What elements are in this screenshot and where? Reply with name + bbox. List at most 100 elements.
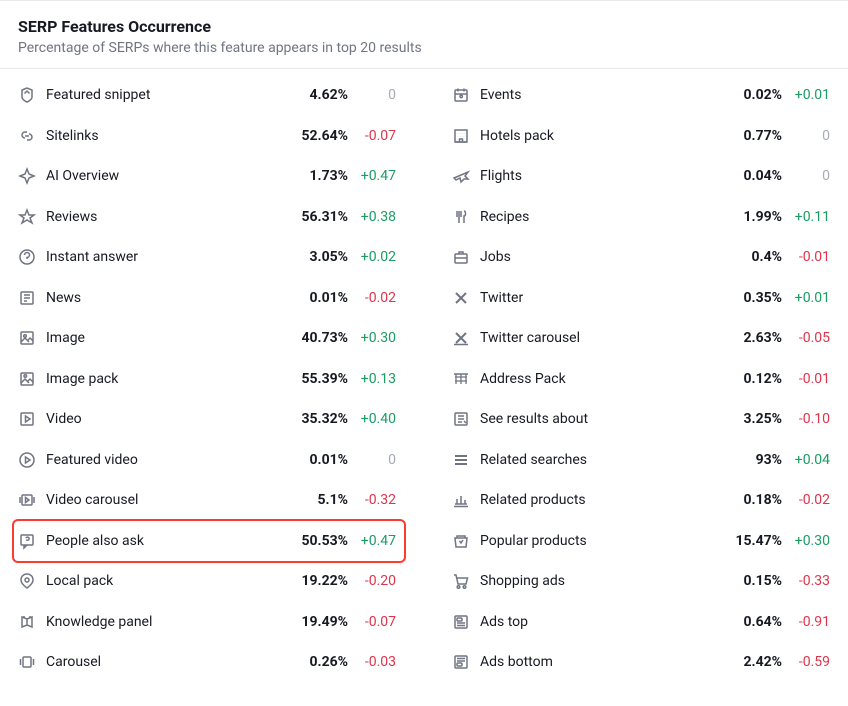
feature-delta: +0.01 [782,87,830,103]
feature-delta: -0.02 [348,290,396,306]
feature-label: Related products [480,492,712,508]
feature-delta: 0 [348,87,396,103]
featured-snippet-icon [18,86,36,104]
feature-percentage: 56.31% [278,209,348,225]
feature-row[interactable]: Video carousel5.1%-0.32 [18,480,396,521]
related-products-icon [452,491,470,509]
feature-row[interactable]: Related searches93%+0.04 [452,440,830,481]
feature-row[interactable]: Knowledge panel19.49%-0.07 [18,602,396,643]
feature-percentage: 15.47% [712,533,782,549]
feature-delta: 0 [782,128,830,144]
ads-top-icon [452,613,470,631]
feature-label: Related searches [480,452,712,468]
feature-percentage: 2.42% [712,654,782,670]
feature-delta: -0.02 [782,492,830,508]
feature-percentage: 52.64% [278,128,348,144]
image-icon [18,329,36,347]
feature-row[interactable]: Twitter0.35%+0.01 [452,278,830,319]
feature-delta: -0.07 [348,128,396,144]
feature-percentage: 0.77% [712,128,782,144]
sitelinks-icon [18,127,36,145]
flights-icon [452,167,470,185]
feature-label: News [46,290,278,306]
see-results-about-icon [452,410,470,428]
feature-label: Twitter [480,290,712,306]
feature-label: AI Overview [46,168,278,184]
feature-row[interactable]: Image40.73%+0.30 [18,318,396,359]
related-searches-icon [452,451,470,469]
feature-label: Events [480,87,712,103]
jobs-icon [452,248,470,266]
feature-percentage: 0.26% [278,654,348,670]
feature-label: Popular products [480,533,712,549]
feature-percentage: 0.15% [712,573,782,589]
feature-delta: -0.33 [782,573,830,589]
feature-row[interactable]: Events0.02%+0.01 [452,75,830,116]
features-column-right: Events0.02%+0.01Hotels pack0.77%0Flights… [452,75,830,683]
carousel-icon [18,653,36,671]
feature-delta: +0.13 [348,371,396,387]
feature-percentage: 19.49% [278,614,348,630]
shopping-ads-icon [452,572,470,590]
address-pack-icon [452,370,470,388]
feature-row[interactable]: Related products0.18%-0.02 [452,480,830,521]
twitter-carousel-icon [452,329,470,347]
feature-row[interactable]: See results about3.25%-0.10 [452,399,830,440]
feature-label: Hotels pack [480,128,712,144]
feature-percentage: 3.05% [278,249,348,265]
featured-video-icon [18,451,36,469]
feature-row[interactable]: Recipes1.99%+0.11 [452,197,830,238]
feature-delta: +0.11 [782,209,830,225]
feature-label: Address Pack [480,371,712,387]
feature-row[interactable]: Reviews56.31%+0.38 [18,197,396,238]
feature-label: Carousel [46,654,278,670]
reviews-icon [18,208,36,226]
feature-row[interactable]: Instant answer3.05%+0.02 [18,237,396,278]
feature-row[interactable]: People also ask50.53%+0.47 [18,521,396,562]
feature-label: Twitter carousel [480,330,712,346]
feature-percentage: 0.01% [278,290,348,306]
feature-delta: 0 [348,452,396,468]
feature-delta: -0.32 [348,492,396,508]
feature-label: Shopping ads [480,573,712,589]
feature-label: Sitelinks [46,128,278,144]
feature-row[interactable]: Address Pack0.12%-0.01 [452,359,830,400]
feature-percentage: 93% [712,452,782,468]
feature-row[interactable]: AI Overview1.73%+0.47 [18,156,396,197]
feature-row[interactable]: Hotels pack0.77%0 [452,116,830,157]
hotels-pack-icon [452,127,470,145]
feature-row[interactable]: Jobs0.4%-0.01 [452,237,830,278]
feature-row[interactable]: Ads top0.64%-0.91 [452,602,830,643]
feature-row[interactable]: Sitelinks52.64%-0.07 [18,116,396,157]
features-column-left: Featured snippet4.62%0Sitelinks52.64%-0.… [18,75,396,683]
feature-percentage: 4.62% [278,87,348,103]
feature-row[interactable]: Shopping ads0.15%-0.33 [452,561,830,602]
feature-delta: -0.05 [782,330,830,346]
feature-row[interactable]: Flights0.04%0 [452,156,830,197]
feature-label: People also ask [46,533,278,549]
feature-row[interactable]: Featured video0.01%0 [18,440,396,481]
feature-delta: +0.01 [782,290,830,306]
feature-row[interactable]: Popular products15.47%+0.30 [452,521,830,562]
feature-label: Reviews [46,209,278,225]
feature-delta: +0.47 [348,533,396,549]
feature-row[interactable]: Featured snippet4.62%0 [18,75,396,116]
feature-row[interactable]: News0.01%-0.02 [18,278,396,319]
news-icon [18,289,36,307]
feature-delta: -0.07 [348,614,396,630]
feature-percentage: 50.53% [278,533,348,549]
feature-percentage: 40.73% [278,330,348,346]
feature-row[interactable]: Image pack55.39%+0.13 [18,359,396,400]
feature-row[interactable]: Twitter carousel2.63%-0.05 [452,318,830,359]
feature-percentage: 0.35% [712,290,782,306]
feature-percentage: 0.12% [712,371,782,387]
feature-row[interactable]: Local pack19.22%-0.20 [18,561,396,602]
video-icon [18,410,36,428]
feature-row[interactable]: Ads bottom2.42%-0.59 [452,642,830,683]
feature-delta: -0.01 [782,249,830,265]
recipes-icon [452,208,470,226]
feature-row[interactable]: Carousel0.26%-0.03 [18,642,396,683]
feature-row[interactable]: Video35.32%+0.40 [18,399,396,440]
feature-percentage: 0.18% [712,492,782,508]
feature-percentage: 0.04% [712,168,782,184]
